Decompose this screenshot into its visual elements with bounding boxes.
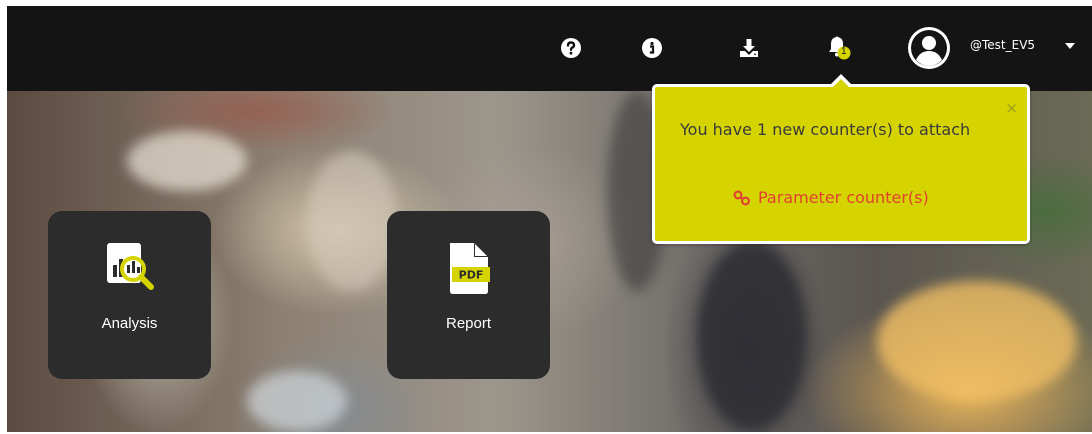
username-label[interactable]: @Test_EV5 xyxy=(970,38,1035,52)
download-icon[interactable] xyxy=(735,34,763,62)
report-label: Report xyxy=(445,315,492,332)
report-tile[interactable]: PDF Report xyxy=(387,211,550,379)
analysis-label: Analysis xyxy=(101,315,158,332)
top-navigation-bar: 1 @Test_EV5 xyxy=(7,6,1092,91)
parameter-counter-link[interactable]: Parameter counter(s) xyxy=(733,188,929,207)
analysis-icon xyxy=(103,241,157,299)
user-avatar[interactable] xyxy=(907,26,951,70)
info-icon[interactable] xyxy=(638,34,666,62)
parameter-counter-link-label: Parameter counter(s) xyxy=(758,188,929,207)
bell-icon[interactable]: 1 xyxy=(825,34,853,62)
close-icon[interactable]: × xyxy=(1005,101,1018,116)
app-frame: 1 @Test_EV5 Analysis PDF Report × You ha… xyxy=(7,6,1092,432)
notification-popup: × You have 1 new counter(s) to attach Pa… xyxy=(652,74,1030,244)
notification-badge-count: 1 xyxy=(841,46,847,57)
notification-message: You have 1 new counter(s) to attach xyxy=(680,120,971,139)
chevron-down-icon[interactable] xyxy=(1065,43,1075,49)
analysis-tile[interactable]: Analysis xyxy=(48,211,211,379)
pdf-icon-text: PDF xyxy=(458,269,483,282)
help-icon[interactable] xyxy=(557,34,585,62)
pdf-icon: PDF xyxy=(442,241,496,301)
link-icon xyxy=(733,189,751,206)
